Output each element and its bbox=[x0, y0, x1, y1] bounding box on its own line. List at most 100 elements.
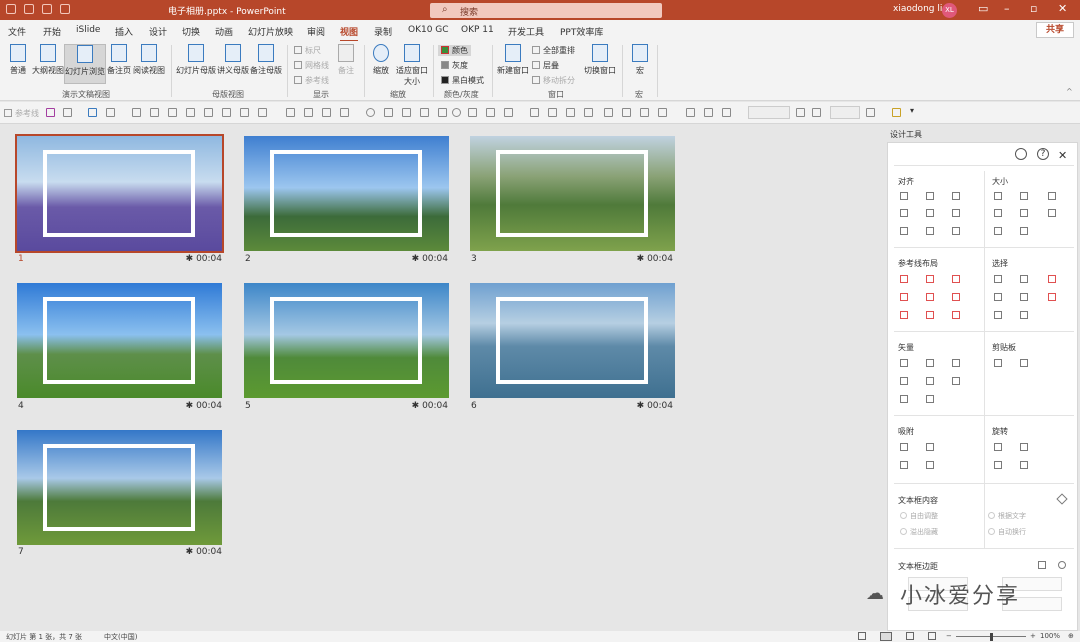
grayscale-button[interactable]: 灰度 bbox=[441, 60, 468, 71]
snap-top-icon[interactable] bbox=[900, 461, 908, 469]
undo-icon[interactable] bbox=[63, 108, 72, 117]
notes-button[interactable]: 备注 bbox=[334, 44, 358, 84]
slide-thumbnail[interactable] bbox=[244, 136, 449, 251]
outline-view-button[interactable]: 大纲视图 bbox=[32, 44, 64, 84]
select-similar-icon[interactable] bbox=[994, 275, 1002, 283]
send-back-icon[interactable] bbox=[340, 108, 349, 117]
select-text-icon[interactable] bbox=[1020, 311, 1028, 319]
flip-vertical-icon[interactable] bbox=[1020, 461, 1028, 469]
select-bottom-icon[interactable] bbox=[994, 311, 1002, 319]
size-options-icon[interactable] bbox=[866, 108, 875, 117]
text-icon[interactable] bbox=[548, 108, 557, 117]
ribbon-display-icon[interactable]: ▭ bbox=[978, 2, 988, 15]
collapse-ribbon-icon[interactable]: ^ bbox=[1066, 87, 1073, 96]
tab-slideshow[interactable]: 幻灯片放映 bbox=[248, 25, 293, 38]
maximize-icon[interactable]: ▫ bbox=[1030, 2, 1037, 15]
vector-subtract-icon[interactable] bbox=[926, 377, 934, 385]
save-icon[interactable] bbox=[46, 108, 55, 117]
avatar[interactable]: XL bbox=[942, 3, 957, 18]
guide-frame-icon[interactable] bbox=[952, 311, 960, 319]
autofit-free-option[interactable]: 自由调整 bbox=[900, 511, 938, 521]
help-icon[interactable]: ? bbox=[1037, 148, 1049, 160]
gridlines-checkbox[interactable]: 网格线 bbox=[294, 60, 329, 71]
group-icon[interactable] bbox=[286, 108, 295, 117]
normal-view-button[interactable]: 普通 bbox=[4, 44, 32, 84]
slide-thumbnail[interactable] bbox=[17, 283, 222, 398]
tab-file[interactable]: 文件 bbox=[8, 25, 26, 38]
guides-checkbox[interactable]: 参考线 bbox=[294, 75, 329, 86]
size-field[interactable] bbox=[830, 106, 860, 119]
tab-animations[interactable]: 动画 bbox=[215, 25, 233, 38]
distribute-v-icon[interactable] bbox=[926, 227, 934, 235]
handout-master-button[interactable]: 讲义母版 bbox=[217, 44, 249, 84]
rectangle-icon[interactable] bbox=[438, 108, 447, 117]
select-top-icon[interactable] bbox=[994, 293, 1002, 301]
overflow-hide-option[interactable]: 溢出隐藏 bbox=[900, 527, 938, 537]
tab-islide[interactable]: iSlide bbox=[76, 25, 100, 35]
new-window-button[interactable]: 新建窗口 bbox=[496, 44, 530, 84]
format-icon[interactable] bbox=[530, 108, 539, 117]
align-center-h-icon[interactable] bbox=[926, 192, 934, 200]
delete-icon[interactable] bbox=[1038, 561, 1046, 569]
language-indicator[interactable]: 中文(中国) bbox=[104, 632, 137, 642]
slide-master-button[interactable]: 幻灯片母版 bbox=[175, 44, 217, 84]
zoom-in-icon[interactable]: + bbox=[1030, 632, 1036, 640]
tab-home[interactable]: 开始 bbox=[43, 25, 61, 38]
align-right-icon[interactable] bbox=[952, 192, 960, 200]
user-name[interactable]: xiaodong li bbox=[893, 4, 942, 14]
slide-thumbnail[interactable] bbox=[470, 283, 675, 398]
minimize-icon[interactable]: – bbox=[1004, 2, 1010, 15]
slide-thumbnail[interactable] bbox=[470, 136, 675, 251]
fill-color-icon[interactable] bbox=[658, 108, 667, 117]
tab-record[interactable]: 录制 bbox=[374, 25, 392, 38]
stretch-bottom-icon[interactable] bbox=[1020, 227, 1028, 235]
same-height-icon[interactable] bbox=[1020, 192, 1028, 200]
snap-bottom-icon[interactable] bbox=[926, 461, 934, 469]
tab-ppt-efficiency[interactable]: PPT效率库 bbox=[560, 25, 603, 38]
tab-view[interactable]: 视图 bbox=[340, 25, 359, 42]
tab-transitions[interactable]: 切换 bbox=[182, 25, 200, 38]
zoom-button[interactable]: 缩放 bbox=[368, 44, 394, 84]
vector-shape-icon[interactable] bbox=[926, 395, 934, 403]
reading-view-icon[interactable] bbox=[906, 632, 914, 640]
slide-sorter-button[interactable]: 幻灯片浏览 bbox=[64, 44, 106, 84]
vector-union-icon[interactable] bbox=[900, 359, 908, 367]
zoom-out-icon[interactable]: − bbox=[946, 632, 952, 640]
notes-master-button[interactable]: 备注母版 bbox=[249, 44, 283, 84]
tab-review[interactable]: 审阅 bbox=[307, 25, 325, 38]
shadow-icon[interactable] bbox=[584, 108, 593, 117]
undo-icon[interactable] bbox=[24, 4, 34, 14]
distribute-h-icon[interactable] bbox=[900, 227, 908, 235]
bring-front-icon[interactable] bbox=[322, 108, 331, 117]
fit-slide-icon[interactable]: ⊕ bbox=[1068, 632, 1074, 640]
font-icon[interactable] bbox=[566, 108, 575, 117]
guide-bottom-icon[interactable] bbox=[952, 293, 960, 301]
copy-icon[interactable] bbox=[994, 359, 1002, 367]
screen-icon[interactable] bbox=[88, 108, 97, 117]
vector-intersect-icon[interactable] bbox=[900, 377, 908, 385]
line-color-icon[interactable] bbox=[722, 108, 731, 117]
fit-window-button[interactable]: 适应窗口大小 bbox=[396, 44, 428, 86]
black-white-button[interactable]: 黑白模式 bbox=[441, 75, 484, 86]
tab-okp11[interactable]: OKP 11 bbox=[461, 25, 494, 35]
snap-left-icon[interactable] bbox=[900, 443, 908, 451]
select-middle-icon[interactable] bbox=[1020, 293, 1028, 301]
guide-center-h-icon[interactable] bbox=[926, 293, 934, 301]
font-increase-icon[interactable] bbox=[796, 108, 805, 117]
format-painter-icon[interactable] bbox=[892, 108, 901, 117]
align-middle-icon[interactable] bbox=[204, 108, 213, 117]
fit-height-icon[interactable] bbox=[1020, 209, 1028, 217]
fit-width-icon[interactable] bbox=[994, 209, 1002, 217]
reading-view-button[interactable]: 阅读视图 bbox=[132, 44, 166, 84]
tab-insert[interactable]: 插入 bbox=[115, 25, 133, 38]
font-size-field[interactable] bbox=[748, 106, 790, 119]
slide-thumbnail[interactable] bbox=[17, 430, 222, 545]
align-top-icon[interactable] bbox=[186, 108, 195, 117]
rotate-left-icon[interactable] bbox=[994, 443, 1002, 451]
zoom-level[interactable]: 100% bbox=[1040, 632, 1060, 640]
vector-combine-icon[interactable] bbox=[926, 359, 934, 367]
guide-center-v-icon[interactable] bbox=[926, 275, 934, 283]
textbox-icon[interactable] bbox=[468, 108, 477, 117]
reset-icon[interactable] bbox=[1058, 561, 1066, 569]
rotate-right-icon[interactable] bbox=[1020, 443, 1028, 451]
